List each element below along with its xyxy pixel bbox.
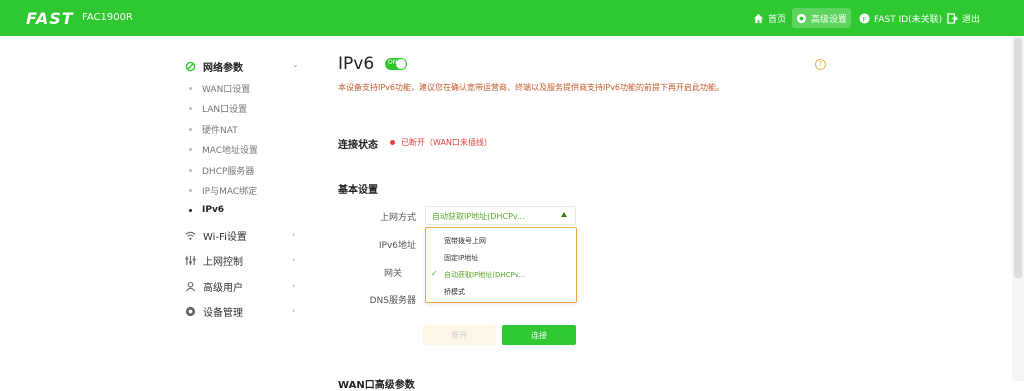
help-icon[interactable]: ? <box>815 59 826 70</box>
sidebar-group-advanced-user[interactable]: 高级用户 <box>184 279 243 294</box>
wifi-icon <box>184 230 196 242</box>
chevron-down-icon: ⌄ <box>292 60 299 69</box>
nav-home-label: 首页 <box>768 14 787 25</box>
sidebar-group-network[interactable]: 网络参数 <box>184 59 243 74</box>
sidebar-group-label: 设备管理 <box>203 308 243 319</box>
sidebar-group-label: 网络参数 <box>203 63 243 74</box>
disconnect-button[interactable]: 断开 <box>423 325 496 345</box>
connect-button[interactable]: 连接 <box>502 325 576 345</box>
sidebar-group-device[interactable]: 设备管理 <box>184 304 243 319</box>
sidebar-item-label: IP与MAC绑定 <box>202 187 258 197</box>
section-basic-settings: 基本设置 <box>338 185 378 196</box>
page-description: 本设备支持IPv6功能，建议您在确认宽带运营商、终端以及服务提供商支持IPv6功… <box>338 83 725 92</box>
gateway-label: 网关 <box>383 269 402 279</box>
dropdown-option[interactable]: 桥模式 <box>444 287 465 297</box>
sidebar-item-label: 硬件NAT <box>202 126 238 136</box>
sidebar-item-label: WAN口设置 <box>202 85 251 95</box>
device-icon <box>184 306 196 318</box>
nav-fast-id-label: FAST ID(未关联) <box>874 14 943 25</box>
nav-advanced-settings[interactable]: 高级设置 <box>792 8 852 28</box>
bullet-icon <box>189 189 192 192</box>
sidebar-group-label: Wi-Fi设置 <box>203 232 247 243</box>
status-dot-icon <box>390 140 395 145</box>
chevron-right-icon: › <box>292 255 296 264</box>
status-text: 已断开（WAN口未插线） <box>401 138 492 147</box>
sidebar-item-wan[interactable]: WAN口设置 <box>189 82 250 95</box>
sidebar-group-label: 高级用户 <box>203 283 243 294</box>
sidebar-item-nat[interactable]: 硬件NAT <box>189 123 238 136</box>
nav-advanced-label: 高级设置 <box>811 14 848 25</box>
model-name: FAC1900R <box>82 12 133 23</box>
dropdown-option-selected[interactable]: 自动获取IP地址(DHCPv... <box>444 270 525 280</box>
bullet-icon <box>189 169 192 172</box>
section-connection-status: 连接状态 <box>338 140 378 151</box>
connection-mode-dropdown: 宽带拨号上网 固定IP地址 ✓ 自动获取IP地址(DHCPv... 桥模式 <box>425 227 577 303</box>
chevron-right-icon: › <box>292 230 296 239</box>
nav-home[interactable]: 首页 <box>749 8 790 28</box>
sidebar-item-label: MAC地址设置 <box>202 146 259 156</box>
nav-fast-id[interactable]: F FAST ID(未关联) <box>855 8 946 28</box>
bullet-icon <box>189 87 192 90</box>
nav-logout-label: 退出 <box>962 14 981 25</box>
network-icon <box>184 61 196 73</box>
sidebar-item-dhcp[interactable]: DHCP服务器 <box>189 164 254 177</box>
select-value: 自动获取IP地址(DHCPv... <box>432 212 525 221</box>
caret-up-icon <box>561 212 567 217</box>
ipv6-address-label: IPv6地址 <box>378 241 416 251</box>
sidebar-item-ipv6[interactable]: IPv6 <box>189 205 224 215</box>
fast-id-icon: F <box>859 12 870 24</box>
chevron-right-icon: › <box>292 281 296 290</box>
bullet-icon <box>189 107 192 110</box>
check-icon: ✓ <box>431 269 438 278</box>
bullet-icon <box>189 148 192 151</box>
bullet-icon <box>189 128 192 131</box>
bullet-icon <box>189 208 192 212</box>
connection-status: 已断开（WAN口未插线） <box>390 137 492 148</box>
ipv6-toggle[interactable]: ON <box>385 58 407 70</box>
sidebar-item-label: DHCP服务器 <box>202 167 255 177</box>
dns-label: DNS服务器 <box>369 296 416 306</box>
sidebar-group-label: 上网控制 <box>203 257 243 268</box>
settings-icon <box>796 13 807 23</box>
toggle-knob <box>396 59 406 69</box>
sidebar-item-label: IPv6 <box>202 205 225 215</box>
logout-icon <box>947 12 958 24</box>
dropdown-option[interactable]: 宽带拨号上网 <box>444 236 486 246</box>
mode-label: 上网方式 <box>379 213 416 223</box>
section-wan-advanced: WAN口高级参数 <box>338 380 415 391</box>
sidebar-group-control[interactable]: 上网控制 <box>184 253 243 268</box>
scrollbar-thumb[interactable] <box>1014 38 1022 278</box>
home-icon <box>753 13 764 23</box>
sidebar-item-mac[interactable]: MAC地址设置 <box>189 143 258 156</box>
page-title: IPv6 <box>338 54 375 74</box>
chevron-right-icon: › <box>292 306 296 315</box>
connection-mode-select[interactable]: 自动获取IP地址(DHCPv... <box>425 206 576 225</box>
sidebar-item-ip-mac-binding[interactable]: IP与MAC绑定 <box>189 184 257 197</box>
sidebar-item-label: LAN口设置 <box>202 105 248 115</box>
svg-text:F: F <box>863 15 867 23</box>
nav-logout[interactable]: 退出 <box>943 8 984 28</box>
sidebar-group-wifi[interactable]: Wi-Fi设置 <box>184 228 247 243</box>
dropdown-option[interactable]: 固定IP地址 <box>444 253 478 263</box>
top-header: FAST FAC1900R 首页 高级设置 F FAST ID(未关联) 退出 <box>0 0 1024 36</box>
sidebar-item-lan[interactable]: LAN口设置 <box>189 102 247 115</box>
user-icon <box>184 281 196 293</box>
control-icon <box>184 255 196 267</box>
brand-logo: FAST <box>26 9 74 28</box>
